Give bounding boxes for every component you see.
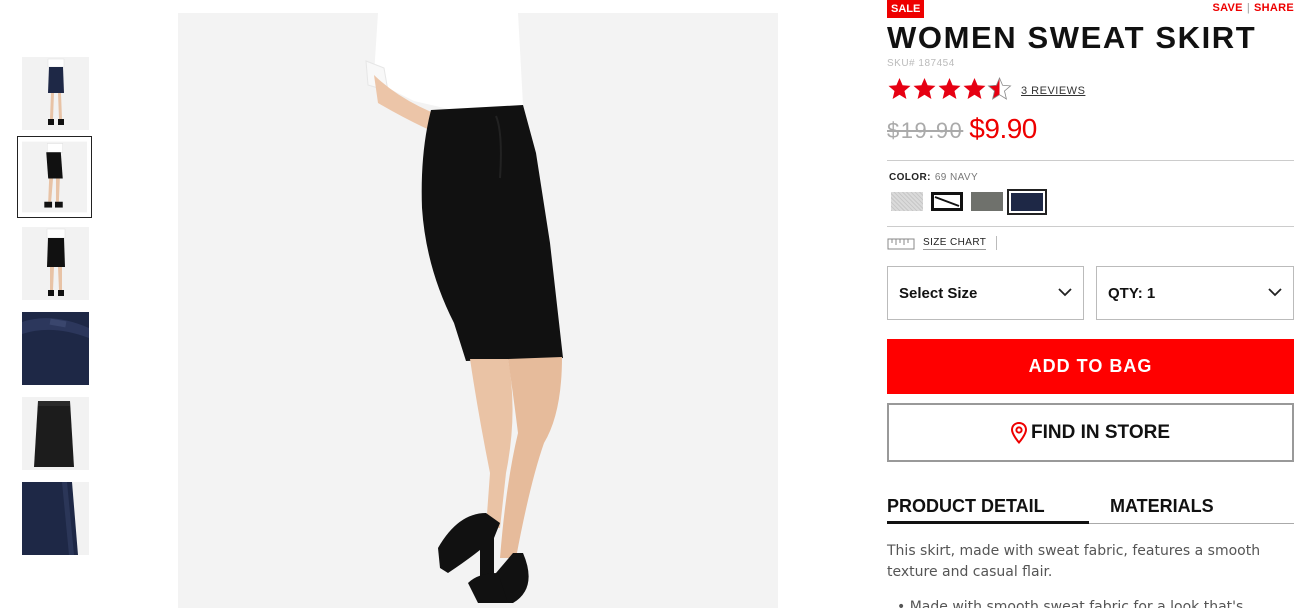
rating-stars: 3 REVIEWS [887, 77, 1085, 105]
thumbnail-flat[interactable] [22, 397, 89, 470]
star-group [887, 77, 1012, 105]
color-swatch-olive-gray[interactable] [967, 189, 1007, 215]
tab-product-detail[interactable]: PRODUCT DETAIL [887, 496, 1089, 524]
sale-price: $9.90 [969, 113, 1037, 144]
location-pin-icon [1011, 421, 1027, 444]
star-icon [987, 77, 1012, 100]
size-select[interactable]: Select Size [887, 266, 1084, 320]
divider [887, 160, 1294, 161]
color-swatch-gray-heather[interactable] [887, 189, 927, 215]
top-actions: SAVE | SHARE [1212, 2, 1294, 14]
color-label: COLOR: [889, 172, 931, 183]
color-swatches [887, 189, 1047, 215]
chevron-down-icon [1058, 288, 1072, 297]
main-product-image[interactable] [178, 13, 778, 608]
sale-badge: SALE [887, 0, 925, 18]
thumbnail-waistband[interactable] [22, 312, 89, 385]
product-description: This skirt, made with sweat fabric, feat… [887, 543, 1261, 580]
product-sku: SKU# 187454 [887, 58, 955, 69]
size-chart-row: SIZE CHART [887, 236, 998, 250]
star-icon [938, 78, 961, 99]
price-block: $19.90 $9.90 [887, 113, 1037, 145]
thumbnail-back[interactable] [22, 227, 89, 300]
thumbnail-hem[interactable] [22, 482, 89, 555]
color-swatch-navy[interactable] [1007, 189, 1047, 215]
action-separator: | [1246, 2, 1250, 14]
swatch-fill [1011, 193, 1043, 211]
color-swatch-black-stripe[interactable] [927, 189, 967, 215]
star-icon [888, 78, 911, 99]
product-title: WOMEN SWEAT SKIRT [887, 20, 1257, 55]
size-chart-link[interactable]: SIZE CHART [923, 237, 987, 250]
find-in-store-label: FIND IN STORE [1031, 421, 1170, 443]
size-chart-separator [996, 236, 998, 250]
add-to-bag-button[interactable]: ADD TO BAG [887, 339, 1294, 394]
reviews-link[interactable]: 3 REVIEWS [1021, 85, 1085, 97]
product-tabs: PRODUCT DETAIL MATERIALS [887, 496, 1294, 524]
tab-materials[interactable]: MATERIALS [1110, 496, 1214, 524]
color-label-row: COLOR: 69 NAVY [889, 172, 978, 183]
product-info-panel: SALE SAVE | SHARE WOMEN SWEAT SKIRT SKU# 1… [887, 0, 1295, 608]
original-price: $19.90 [887, 118, 964, 143]
divider [887, 226, 1294, 227]
find-in-store-button[interactable]: FIND IN STORE [887, 403, 1294, 462]
share-link[interactable]: SHARE [1254, 2, 1294, 14]
star-icon [963, 78, 986, 99]
size-select-value: Select Size [899, 284, 978, 302]
quantity-select-value: QTY: 1 [1108, 284, 1156, 302]
swatch-fill [971, 192, 1003, 211]
description-bullet: • Made with smooth sweat fabric for a lo… [897, 599, 1244, 608]
quantity-select[interactable]: QTY: 1 [1096, 266, 1294, 320]
save-link[interactable]: SAVE [1212, 2, 1242, 14]
thumbnail-front[interactable] [22, 57, 89, 130]
star-icon [913, 78, 936, 99]
swatch-fill [891, 192, 923, 211]
swatch-fill [931, 192, 963, 211]
thumbnail-side[interactable] [17, 136, 92, 218]
ruler-icon [887, 238, 915, 250]
color-value: 69 NAVY [934, 172, 979, 183]
chevron-down-icon [1268, 288, 1282, 297]
